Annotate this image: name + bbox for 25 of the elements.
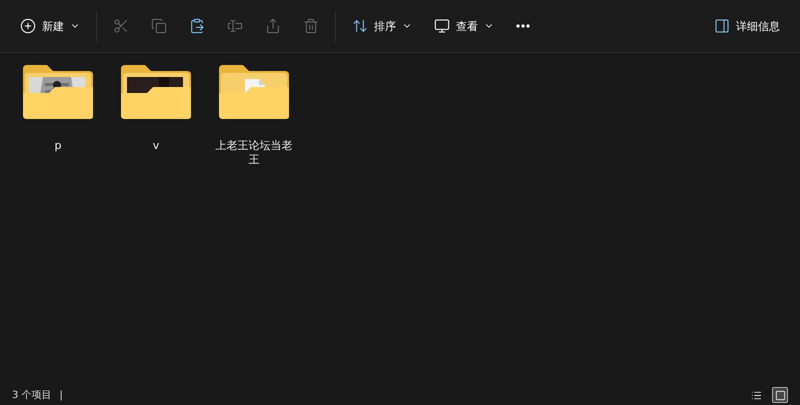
item-count: 3 个项目 [12, 389, 52, 402]
folder-icon[interactable] [217, 63, 291, 121]
details-button[interactable]: 详细信息 [704, 9, 790, 43]
folder-name: p [54, 139, 62, 153]
new-button[interactable]: 新建 [10, 9, 90, 43]
monitor-icon [434, 18, 450, 34]
clipboard-icon [189, 18, 205, 34]
folder-name: 上老王论坛当老王 [214, 139, 294, 167]
details-pane-icon [714, 18, 730, 34]
copy-icon [151, 18, 167, 34]
folder-icon[interactable] [21, 63, 95, 121]
square-icon [774, 390, 786, 400]
more-icon [516, 24, 530, 28]
folder-name: v [152, 139, 160, 153]
trash-icon [303, 18, 319, 34]
sort-arrows-icon [352, 18, 368, 34]
view-button[interactable]: 查看 [424, 9, 504, 43]
sort-button[interactable]: 排序 [342, 9, 422, 43]
share-icon [265, 18, 281, 34]
large-icons-view-button[interactable] [772, 387, 788, 403]
plus-circle-icon [20, 18, 36, 34]
folder-icon[interactable] [119, 63, 193, 121]
status-separator: | [60, 390, 63, 400]
rename-icon [227, 18, 243, 34]
scissors-icon [113, 18, 129, 34]
